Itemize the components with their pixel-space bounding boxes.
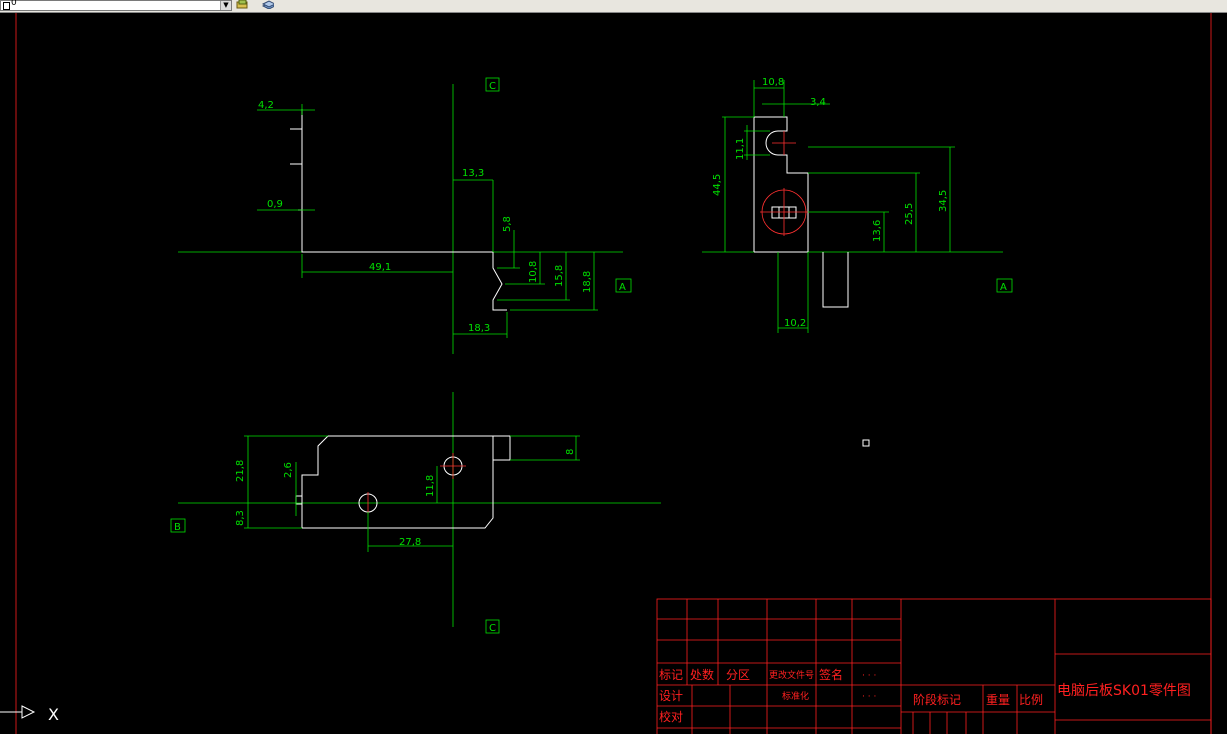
dim-49-1: 49,1	[369, 262, 391, 273]
dim-18-3: 18,3	[468, 323, 490, 334]
layer-color-swatch	[3, 2, 10, 10]
dim-11-8: 11,8	[425, 475, 436, 497]
ucs-x-label: X	[48, 705, 59, 724]
drawing-title: 电脑后板SK01零件图	[1057, 683, 1191, 699]
dim-21-8: 21,8	[235, 460, 246, 482]
dim-13-3: 13,3	[462, 168, 484, 179]
layer-states-icon[interactable]	[262, 0, 274, 9]
dim-15-8: 15,8	[554, 265, 565, 287]
dim-11-1: 11,1	[735, 138, 746, 160]
drawing-frame	[15, 13, 1212, 734]
layer-previous-icon[interactable]	[236, 0, 248, 9]
section-label-a-right: A	[1000, 282, 1007, 293]
dim-10-2: 10,2	[784, 318, 806, 329]
dim-25-5: 25,5	[904, 203, 915, 225]
layer-toolbar: 0 ▼	[0, 0, 1227, 13]
front-view[interactable]: 4,2 0,9 13,3 49,1 5,8 10,8 15,8 18,8 18,…	[178, 77, 632, 354]
section-label-c-bottom: C	[489, 623, 496, 634]
tb-chushu: 处数	[690, 667, 714, 682]
tb-qianming: 签名	[819, 667, 843, 682]
dim-27-8: 27,8	[399, 537, 421, 548]
tb-biaozhunhua: 标准化	[782, 690, 809, 702]
tb-biaoji: 标记	[659, 668, 683, 682]
tb-genggai: 更改文件号	[769, 669, 814, 681]
dim-34-5: 34,5	[938, 190, 949, 212]
title-block: 标记 处数 分区 更改文件号 签名 · · · 设计 标准化 · · · 校对 …	[656, 598, 1212, 734]
section-label-b: B	[174, 522, 181, 533]
dim-18-8: 18,8	[582, 271, 593, 293]
ucs-icon: X	[0, 705, 59, 724]
section-label-c-top: C	[489, 81, 496, 92]
dim-44-5: 44,5	[712, 174, 723, 196]
dim-8-3: 8,3	[235, 510, 246, 526]
tb-sheji: 设计	[659, 689, 683, 703]
dim-8: 8	[565, 449, 576, 455]
tb-dots-1: · · ·	[862, 671, 876, 681]
tb-jieduan: 阶段标记	[913, 692, 961, 707]
tb-fenqu: 分区	[726, 668, 750, 682]
dim-13-6: 13,6	[872, 220, 883, 242]
tb-dots-2: · · ·	[862, 692, 876, 702]
dim-5-8: 5,8	[502, 216, 513, 232]
dim-4-2: 4,2	[258, 100, 274, 111]
tb-zhongliang: 重量	[986, 693, 1010, 707]
top-view[interactable]: 21,8 2,6 8 11,8 8,3 27,8 B C	[170, 392, 661, 634]
tb-jiaodui: 校对	[659, 709, 683, 724]
drawing-canvas[interactable]: .g { stroke:#ffffff; stroke-width:1; fil…	[0, 13, 1227, 734]
dim-10-8: 10,8	[528, 261, 539, 283]
layer-dropdown[interactable]: 0 ▼	[0, 0, 232, 11]
side-view[interactable]: 10,8 3,4 11,1 44,5 13,6 25,5 34,5 10,2 A	[702, 77, 1013, 333]
section-label-a-left: A	[619, 282, 626, 293]
dim-3-4: 3,4	[810, 97, 826, 108]
layer-value: 0	[11, 0, 17, 8]
chevron-down-icon[interactable]: ▼	[220, 1, 231, 10]
grip-marker[interactable]	[862, 439, 870, 447]
dim-2-6: 2,6	[283, 462, 294, 478]
tb-bili: 比例	[1019, 693, 1043, 707]
dim-0-9: 0,9	[267, 199, 283, 210]
dim-10-8-side: 10,8	[762, 77, 784, 88]
